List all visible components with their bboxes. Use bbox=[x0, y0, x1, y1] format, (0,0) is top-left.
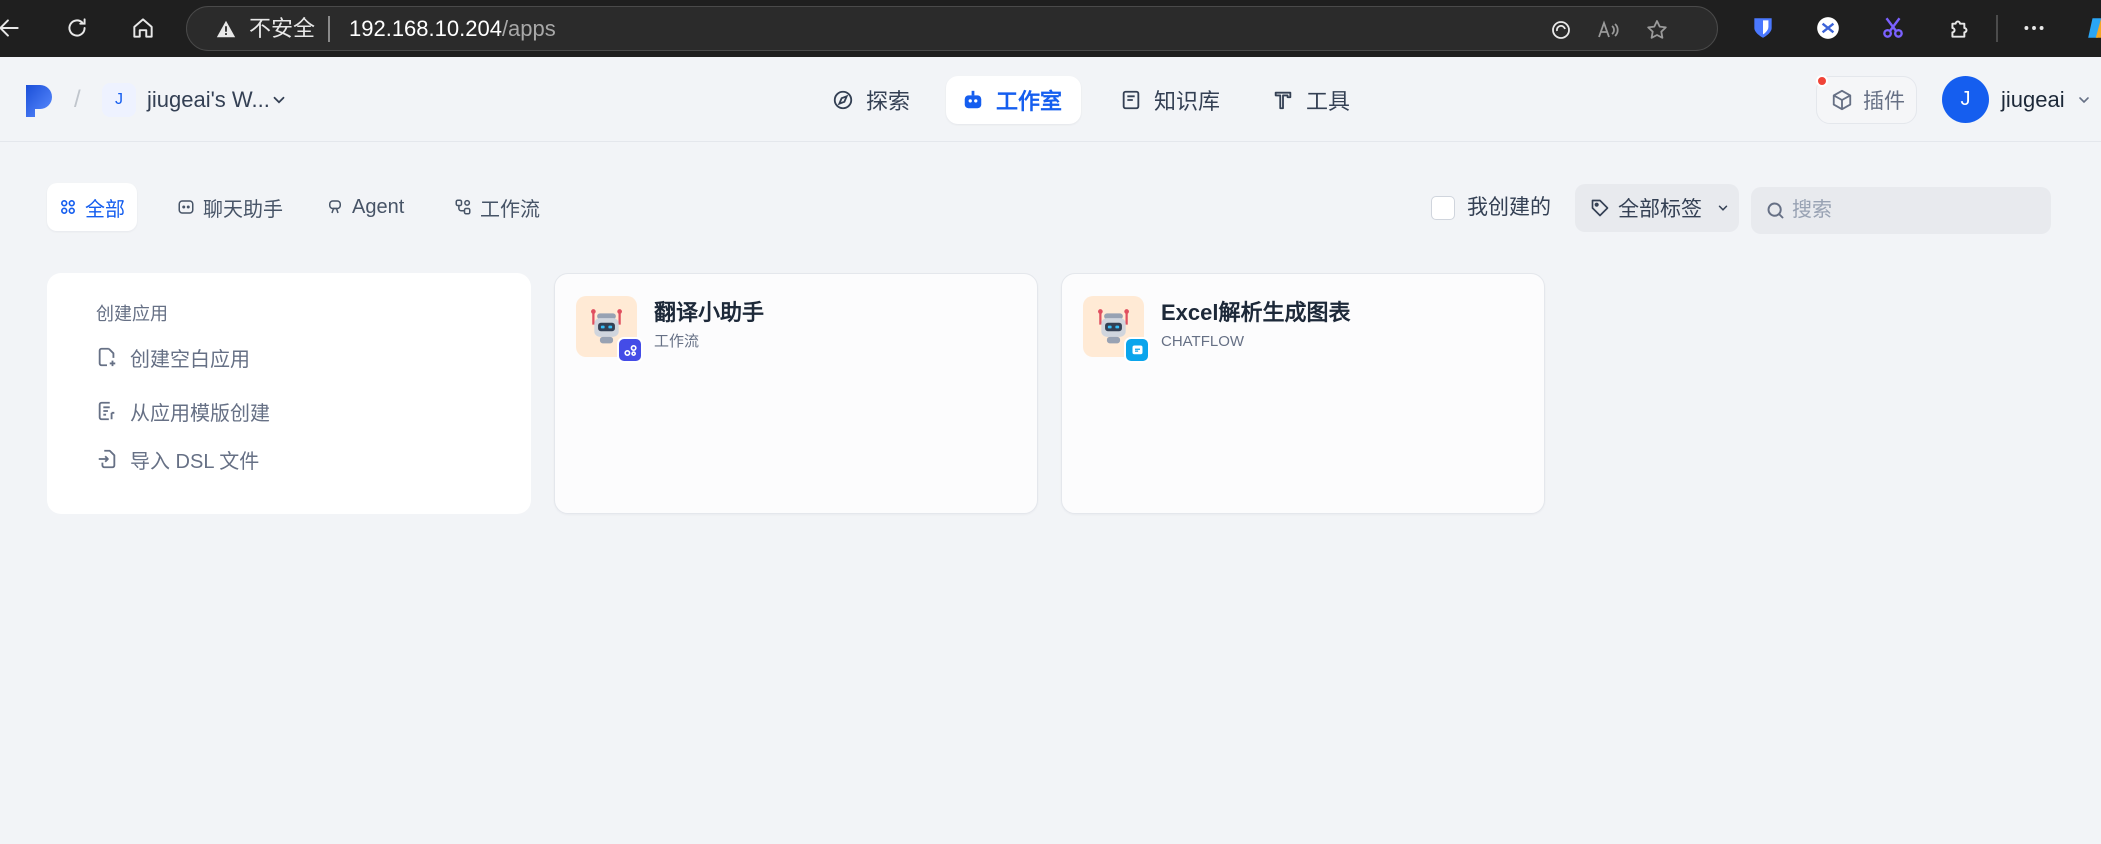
search-icon bbox=[1767, 202, 1784, 219]
bitwarden-extension-icon[interactable] bbox=[1748, 13, 1778, 43]
toolbar-divider bbox=[1996, 15, 1998, 42]
grid-icon bbox=[61, 200, 75, 214]
scissors-extension-icon[interactable] bbox=[1878, 13, 1908, 43]
nav-tools[interactable]: 工具 bbox=[1256, 76, 1366, 124]
filter-workflow-label: 工作流 bbox=[480, 198, 540, 221]
filter-tab-agent[interactable]: Agent bbox=[314, 183, 416, 231]
user-name[interactable]: jiugeai bbox=[2001, 87, 2065, 113]
import-dsl-option[interactable]: 导入 DSL 文件 bbox=[96, 444, 259, 474]
copilot-icon[interactable] bbox=[2084, 13, 2101, 43]
template-icon bbox=[98, 401, 115, 421]
file-plus-icon bbox=[98, 347, 116, 367]
extensions-puzzle-icon[interactable] bbox=[1945, 13, 1975, 43]
create-app-title: 创建应用 bbox=[96, 304, 168, 324]
workspace-name[interactable]: jiugeai's W... bbox=[147, 87, 270, 113]
created-by-me-checkbox[interactable] bbox=[1431, 196, 1455, 220]
create-blank-label: 创建空白应用 bbox=[130, 348, 250, 371]
import-dsl-label: 导入 DSL 文件 bbox=[130, 450, 260, 473]
security-label[interactable]: 不安全 bbox=[249, 18, 315, 40]
url-path: /apps bbox=[501, 16, 556, 41]
hammer-icon bbox=[1274, 91, 1292, 110]
address-divider bbox=[328, 16, 330, 42]
read-aloud-icon[interactable] bbox=[1594, 16, 1622, 44]
chevron-down-icon bbox=[1718, 205, 1728, 211]
immersive-reader-icon[interactable] bbox=[1547, 16, 1575, 44]
book-icon bbox=[1122, 90, 1140, 110]
app-card[interactable]: 翻译小助手 工作流 bbox=[554, 273, 1038, 514]
app-type: CHATFLOW bbox=[1161, 333, 1245, 350]
app-header: / J jiugeai's W... 探索 工作室 知识库 工具 插件 J ji… bbox=[0, 57, 2101, 142]
filter-tab-all[interactable]: 全部 bbox=[47, 183, 137, 231]
dify-logo-icon[interactable] bbox=[26, 85, 54, 117]
filter-tab-chat[interactable]: 聊天助手 bbox=[165, 183, 295, 231]
chevron-down-icon[interactable] bbox=[270, 91, 288, 109]
app-avatar bbox=[1083, 296, 1150, 363]
nav-knowledge-label: 知识库 bbox=[1154, 89, 1221, 114]
chat-bubble-icon bbox=[1132, 345, 1142, 354]
workflow-icon bbox=[623, 344, 637, 356]
nav-explore[interactable]: 探索 bbox=[816, 76, 926, 124]
cube-icon bbox=[1832, 89, 1852, 111]
reload-icon[interactable] bbox=[62, 13, 92, 43]
workflow-badge bbox=[617, 337, 643, 363]
file-import-icon bbox=[98, 449, 116, 469]
nav-explore-label: 探索 bbox=[866, 89, 911, 114]
chat-bot-icon bbox=[178, 200, 194, 214]
tag-icon bbox=[1591, 199, 1609, 217]
filter-chat-label: 聊天助手 bbox=[203, 198, 283, 221]
app-avatar bbox=[576, 296, 643, 363]
favorite-star-icon[interactable] bbox=[1643, 16, 1671, 44]
filter-agent-label: Agent bbox=[352, 195, 405, 218]
tag-filter-select[interactable]: 全部标签 bbox=[1575, 184, 1739, 232]
browser-toolbar: 不安全 192.168.10.204/apps bbox=[0, 0, 2101, 57]
clipper-extension-icon[interactable] bbox=[1813, 13, 1843, 43]
nav-tools-label: 工具 bbox=[1306, 89, 1351, 114]
more-menu-icon[interactable] bbox=[2019, 13, 2049, 43]
app-name: Excel解析生成图表 bbox=[1161, 300, 1351, 325]
chevron-down-icon[interactable] bbox=[2076, 92, 2092, 108]
app-name: 翻译小助手 bbox=[654, 300, 765, 325]
robot-icon bbox=[964, 90, 982, 109]
app-type: 工作流 bbox=[654, 333, 700, 350]
app-card[interactable]: Excel解析生成图表 CHATFLOW bbox=[1061, 273, 1545, 514]
plugins-notification-dot bbox=[1816, 75, 1828, 87]
nav-knowledge[interactable]: 知识库 bbox=[1104, 76, 1236, 124]
created-by-me-label[interactable]: 我创建的 bbox=[1467, 196, 1551, 220]
plugins-label: 插件 bbox=[1863, 90, 1905, 113]
home-icon[interactable] bbox=[128, 13, 158, 43]
tag-filter-label: 全部标签 bbox=[1618, 198, 1702, 221]
chatflow-badge bbox=[1124, 337, 1150, 363]
filter-tab-workflow[interactable]: 工作流 bbox=[442, 183, 552, 231]
agent-icon bbox=[329, 200, 341, 214]
create-app-card: 创建应用 创建空白应用 从应用模版创建 导入 DSL 文件 bbox=[47, 273, 531, 514]
url-host: 192.168.10.204 bbox=[349, 16, 502, 41]
nav-studio-label: 工作室 bbox=[996, 89, 1063, 114]
url-text[interactable]: 192.168.10.204/apps bbox=[349, 18, 556, 40]
create-blank-app-option[interactable]: 创建空白应用 bbox=[96, 342, 250, 372]
nav-studio[interactable]: 工作室 bbox=[946, 76, 1081, 124]
workflow-icon bbox=[455, 199, 471, 215]
search-box bbox=[1751, 187, 2051, 234]
warning-icon bbox=[216, 20, 236, 38]
create-from-template-label: 从应用模版创建 bbox=[130, 402, 270, 425]
filter-all-label: 全部 bbox=[85, 198, 125, 221]
search-input[interactable] bbox=[1792, 199, 2032, 222]
compass-icon bbox=[833, 90, 853, 110]
user-avatar[interactable]: J bbox=[1942, 76, 1989, 123]
create-from-template-option[interactable]: 从应用模版创建 bbox=[96, 396, 270, 426]
back-arrow-icon[interactable] bbox=[0, 13, 24, 43]
breadcrumb-separator: / bbox=[74, 86, 81, 113]
address-bar[interactable]: 不安全 192.168.10.204/apps bbox=[186, 6, 1718, 51]
workspace-avatar[interactable]: J bbox=[102, 83, 136, 117]
plugins-button[interactable]: 插件 bbox=[1816, 76, 1917, 124]
